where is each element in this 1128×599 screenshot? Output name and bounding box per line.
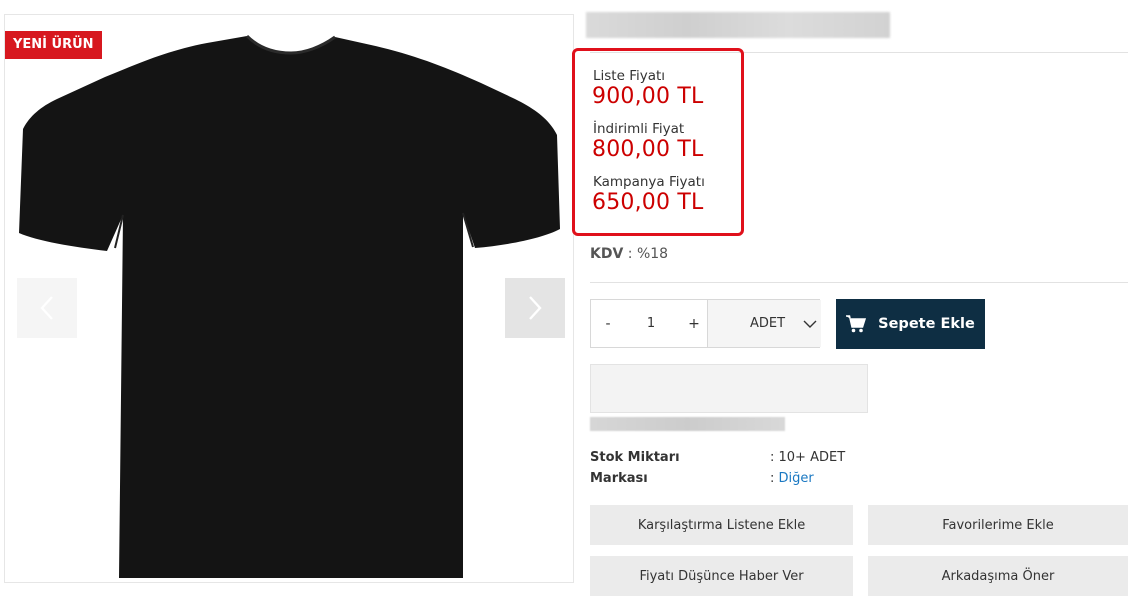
- product-gallery: YENİ ÜRÜN: [4, 14, 574, 583]
- quantity-plus-button[interactable]: +: [677, 300, 711, 347]
- recommend-to-friend-button[interactable]: Arkadaşıma Öner: [868, 556, 1128, 596]
- add-to-cart-label: Sepete Ekle: [878, 316, 975, 332]
- chevron-down-icon: [803, 320, 817, 328]
- price-box: Liste Fiyatı 900,00 TL İndirimli Fiyat 8…: [572, 48, 744, 236]
- add-to-cart-button[interactable]: Sepete Ekle: [836, 299, 985, 349]
- tax-separator: :: [623, 246, 637, 262]
- stock-value: : 10+ ADET: [770, 450, 846, 465]
- campaign-price-label: Kampanya Fiyatı: [593, 174, 705, 190]
- quantity-input[interactable]: [625, 300, 677, 347]
- brand-label: Markası: [590, 471, 648, 486]
- redacted-line: [590, 417, 785, 431]
- list-price-value: 900,00 TL: [592, 84, 704, 109]
- quantity-minus-button[interactable]: -: [591, 300, 625, 347]
- redacted-box: [590, 364, 868, 413]
- divider: [590, 282, 1128, 283]
- brand-link[interactable]: Diğer: [779, 471, 814, 486]
- cart-icon: [846, 315, 867, 333]
- gallery-next-button[interactable]: [505, 278, 565, 338]
- brand-prefix: :: [770, 471, 779, 486]
- list-price-label: Liste Fiyatı: [593, 68, 666, 84]
- tax-value: %18: [636, 246, 669, 262]
- tax-label: KDV: [590, 246, 624, 262]
- gallery-prev-button[interactable]: [17, 278, 77, 338]
- brand-value: : Diğer: [770, 471, 814, 486]
- price-alert-button[interactable]: Fiyatı Düşünce Haber Ver: [590, 556, 853, 596]
- quantity-stepper: - + ADET: [590, 299, 821, 348]
- stock-label: Stok Miktarı: [590, 450, 680, 465]
- chevron-right-icon: [529, 296, 542, 320]
- unit-select-value: ADET: [750, 316, 786, 331]
- product-title-redacted: [586, 12, 890, 38]
- product-image[interactable]: [15, 33, 565, 578]
- discount-price-value: 800,00 TL: [592, 137, 704, 162]
- discount-price-label: İndirimli Fiyat: [593, 121, 685, 137]
- campaign-price-value: 650,00 TL: [592, 190, 704, 215]
- tax-info: KDV : %18: [590, 246, 668, 262]
- unit-select[interactable]: ADET: [707, 300, 821, 347]
- add-to-favorites-button[interactable]: Favorilerime Ekle: [868, 505, 1128, 545]
- add-to-compare-button[interactable]: Karşılaştırma Listene Ekle: [590, 505, 853, 545]
- new-product-badge: YENİ ÜRÜN: [5, 31, 102, 59]
- chevron-left-icon: [40, 296, 53, 320]
